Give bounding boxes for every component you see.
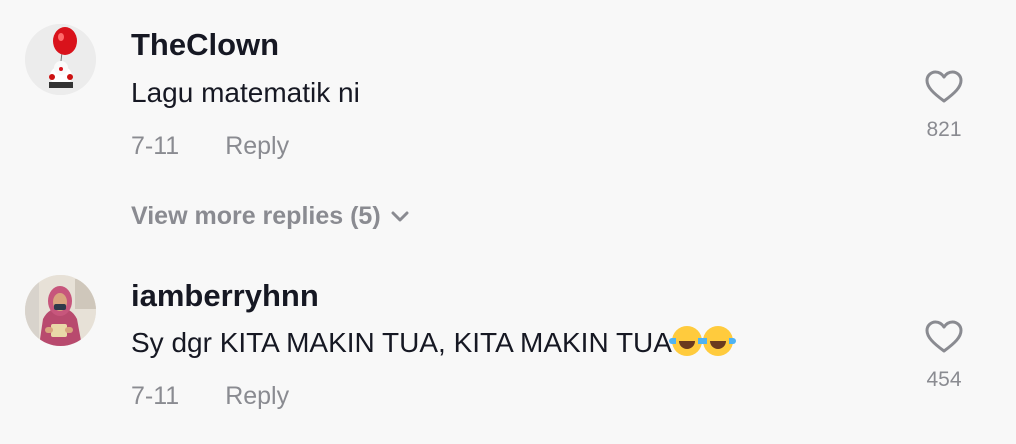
like-count: 821 <box>926 118 962 141</box>
comment-text: Sy dgr KITA MAKIN TUA, KITA MAKIN TUA <box>131 327 672 358</box>
comment-date: 7-11 <box>131 132 180 160</box>
heart-icon <box>925 70 963 103</box>
comment-item: TheClown Lagu matematik ni 7-11 Reply 821… <box>0 0 1016 250</box>
like-button[interactable]: 454 <box>920 320 968 392</box>
avatar[interactable] <box>25 24 96 95</box>
reply-button[interactable]: Reply <box>225 382 289 410</box>
heart-icon <box>925 320 963 353</box>
chevron-down-icon <box>391 211 409 222</box>
laughing-emoji-icon <box>668 326 705 356</box>
comment-date: 7-11 <box>131 382 180 410</box>
comment-username[interactable]: iamberryhnn <box>131 278 319 314</box>
comment-text-line: Sy dgr KITA MAKIN TUA, KITA MAKIN TUA <box>131 326 736 359</box>
hijab-woman-avatar-icon <box>25 275 96 346</box>
like-count: 454 <box>926 368 962 391</box>
comment-username[interactable]: TheClown <box>131 27 279 63</box>
comment-meta: 7-11 Reply <box>131 382 289 411</box>
comment-item: iamberryhnn Sy dgr KITA MAKIN TUA, KITA … <box>0 250 1016 444</box>
view-more-replies-button[interactable]: View more replies (5) <box>131 202 409 231</box>
laughing-emoji-icon <box>699 326 736 356</box>
view-more-replies-label: View more replies (5) <box>131 202 381 230</box>
comment-text: Lagu matematik ni <box>131 77 360 108</box>
reply-button[interactable]: Reply <box>225 132 289 160</box>
clown-avatar-icon <box>25 24 96 95</box>
like-button[interactable]: 821 <box>920 70 968 142</box>
comment-meta: 7-11 Reply <box>131 132 289 161</box>
avatar[interactable] <box>25 275 96 346</box>
